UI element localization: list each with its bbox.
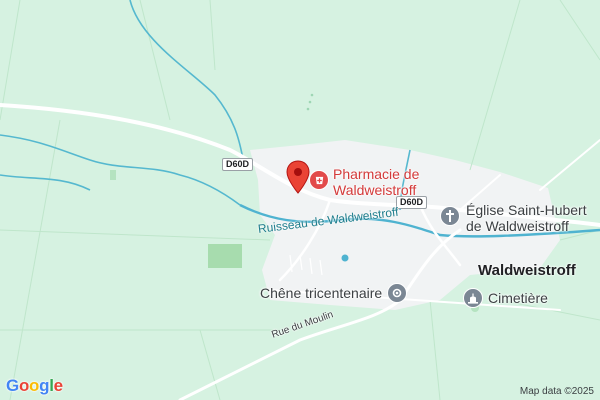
cemetery-label[interactable]: Cimetière: [488, 290, 548, 306]
map-base-layer: [0, 0, 600, 400]
church-label-line2: de Waldweistroff: [466, 218, 569, 234]
pharmacy-icon[interactable]: [309, 170, 329, 190]
location-pin-icon[interactable]: [286, 160, 310, 194]
road-shield-d60d: D60D: [222, 158, 254, 171]
google-logo[interactable]: Google: [6, 376, 63, 396]
pharmacy-label[interactable]: Pharmacie de Waldweistroff: [333, 166, 419, 198]
cemetery-icon[interactable]: [463, 288, 483, 308]
map-attribution[interactable]: Map data ©2025: [520, 386, 594, 397]
field-patch: [208, 244, 242, 268]
pharmacy-label-line2: Waldweistroff: [333, 182, 417, 198]
landmark-icon[interactable]: [387, 283, 407, 303]
church-label-line1: Église Saint-Hubert: [466, 202, 587, 218]
church-label[interactable]: Église Saint-Hubert de Waldweistroff: [466, 202, 587, 234]
oak-label[interactable]: Chêne tricentenaire: [260, 285, 382, 301]
map-canvas[interactable]: D60D D60D Ruisseau de Waldweistroff Rue …: [0, 0, 600, 400]
pharmacy-label-line1: Pharmacie de: [333, 166, 420, 182]
church-icon[interactable]: [440, 206, 460, 226]
town-label[interactable]: Waldweistroff: [478, 262, 576, 279]
